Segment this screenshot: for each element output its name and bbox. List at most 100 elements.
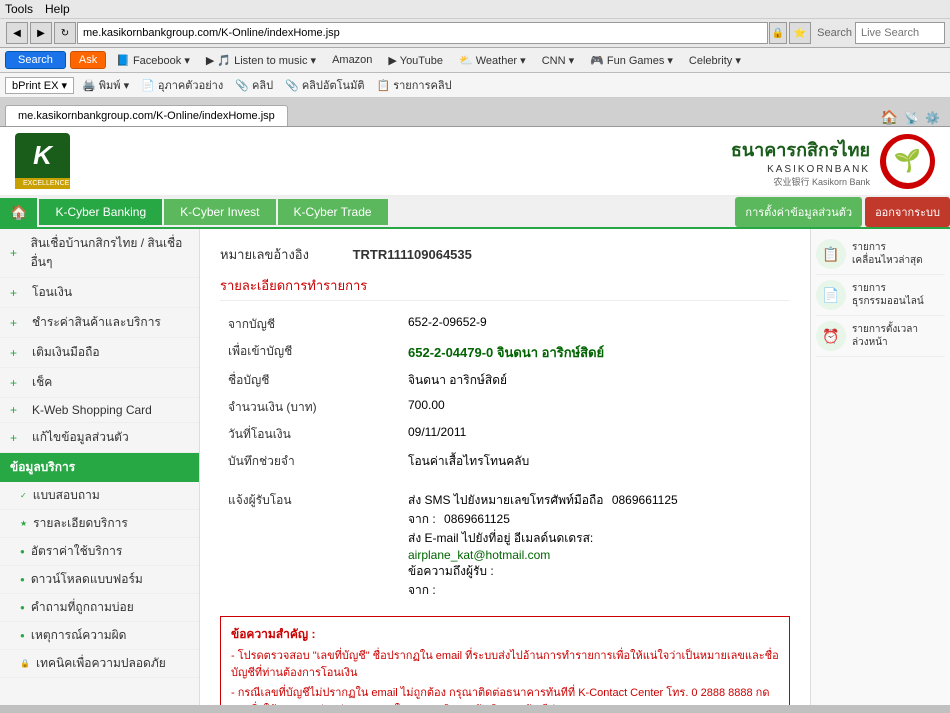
ask-button[interactable]: Ask [70, 51, 106, 69]
bookmark-print[interactable]: 🖨️ พิมพ์ ▾ [78, 75, 133, 95]
forward-button[interactable]: ▶ [30, 22, 52, 44]
recent-label: รายการ เคลื่อนไหวล่าสุด [852, 241, 923, 267]
online-txn-icon: 📄 [816, 280, 846, 310]
bprint-button[interactable]: bPrint EX ▾ [5, 77, 74, 94]
table-row: บันทึกช่วยจำ โอนค่าเสื้อไทรโทนคลับ [220, 448, 790, 475]
tools-menu[interactable]: Tools [5, 2, 33, 16]
right-item-scheduled[interactable]: ⏰ รายการตั้งเวลา ล่วงหน้า [816, 316, 945, 357]
kasikorn-circle: 🌱 [880, 134, 935, 189]
right-item-online-txn[interactable]: 📄 รายการ ธุรกรรมออนไลน์ [816, 275, 945, 316]
sidebar-item-edit-info[interactable]: + แก้ไขข้อมูลส่วนตัว [0, 423, 199, 453]
table-row: เพื่อเข้าบัญชี 652-2-04479-0 จินดนา อาริ… [220, 338, 790, 367]
plus-icon-edit: + [10, 431, 26, 445]
sidebar-item-faq[interactable]: ● คำถามที่ถูกถามบ่อย [0, 594, 199, 622]
nav-logout-button[interactable]: ออกจากระบบ [865, 197, 950, 227]
email-value: airplane_kat@hotmail.com [408, 548, 782, 562]
online-txn-label: รายการ ธุรกรรมออนไลน์ [852, 282, 924, 308]
right-item-recent[interactable]: 📋 รายการ เคลื่อนไหวล่าสุด [816, 234, 945, 275]
lock-icon-security: 🔒 [20, 659, 30, 668]
field-label-date: วันที่โอนเงิน [220, 421, 400, 448]
field-label-account-name: ชื่อบัญชี [220, 367, 400, 394]
from-label: จาก : [408, 512, 436, 526]
sidebar-item-survey[interactable]: ✓ แบบสอบถาม [0, 482, 199, 510]
music-link[interactable]: ▶ 🎵 Listen to music ▾ [200, 52, 322, 69]
field-value-memo: โอนค่าเสื้อไทรโทนคลับ [400, 448, 790, 475]
nav-kcyber-banking[interactable]: K-Cyber Banking [39, 199, 162, 225]
search-button[interactable]: Search [5, 51, 66, 69]
message-from-label: จาก : [408, 581, 782, 600]
field-label-to: เพื่อเข้าบัญชี [220, 338, 400, 367]
refresh-button[interactable]: ↻ [54, 22, 76, 44]
sidebar-item-payment[interactable]: + ชำระค่าสินค้าและบริการ [0, 308, 199, 338]
important-text-1: - โปรดตรวจสอบ "เลขที่บัญชี" ชื่อปรากฏใน … [231, 648, 779, 681]
go-button[interactable]: 🔒 [769, 22, 787, 44]
fun-games-link[interactable]: 🎮 Fun Games ▾ [584, 52, 679, 69]
settings-tab-icon[interactable]: ⚙️ [925, 111, 940, 125]
sidebar-item-transfer[interactable]: + โอนเงิน [0, 278, 199, 308]
plus-icon-kweb: + [10, 403, 26, 417]
bank-name-th: ธนาคารกสิกรไทย [731, 135, 870, 164]
sidebar-item-check[interactable]: + เช็ค [0, 368, 199, 398]
plus-icon-transfer: + [10, 286, 26, 300]
sidebar-item-rates[interactable]: ● อัตราค่าใช้บริการ [0, 538, 199, 566]
table-row: วันที่โอนเงิน 09/11/2011 [220, 421, 790, 448]
help-menu[interactable]: Help [45, 2, 70, 16]
plus-icon-check: + [10, 376, 26, 390]
bookmark-cliplist[interactable]: 📋 รายการคลิป [372, 75, 455, 95]
dot-icon-rates: ● [20, 547, 25, 556]
scheduled-label: รายการตั้งเวลา ล่วงหน้า [852, 323, 918, 349]
facebook-link[interactable]: 📘 Facebook ▾ [110, 52, 196, 69]
ref-label: หมายเลขอ้างอิง [220, 247, 309, 262]
sidebar-item-security[interactable]: 🔒 เทคนิคเพื่อความปลอดภัย [0, 650, 199, 678]
field-value-from: 652-2-09652-9 [400, 311, 790, 338]
notification-detail: ส่ง SMS ไปยังหมายเลขโทรศัพท์มือถือ 08696… [400, 487, 790, 604]
bookmark-autoclip[interactable]: 📎 คลิปอัตโนมัติ [281, 75, 368, 95]
cnn-link[interactable]: CNN ▾ [536, 52, 580, 69]
nav-kcyber-invest[interactable]: K-Cyber Invest [164, 199, 275, 225]
sidebar-item-download[interactable]: ● ดาวน์โหลดแบบฟอร์ม [0, 566, 199, 594]
sidebar-section-info: ข้อมูลบริการ [0, 453, 199, 482]
browser-tab[interactable]: me.kasikornbankgroup.com/K-Online/indexH… [5, 105, 288, 126]
check-icon-survey: ✓ [20, 491, 27, 500]
table-row: จากบัญชี 652-2-09652-9 [220, 311, 790, 338]
field-label-from: จากบัญชี [220, 311, 400, 338]
weather-link[interactable]: ⛅ Weather ▾ [453, 52, 532, 69]
field-label-memo: บันทึกช่วยจำ [220, 448, 400, 475]
youtube-link[interactable]: ▶ YouTube [382, 52, 449, 69]
important-note: ข้อความสำคัญ : - โปรดตรวจสอบ "เลขที่บัญช… [220, 616, 790, 705]
kasikorn-inner: 🌱 [886, 139, 930, 183]
sidebar-item-service-detail[interactable]: ★ รายละเอียดบริการ [0, 510, 199, 538]
field-value-amount: 700.00 [400, 394, 790, 421]
bookmark-draft[interactable]: 📄 อุภาคตัวอย่าง [137, 75, 227, 95]
nav-settings-button[interactable]: การตั้งค่าข้อมูลส่วนตัว [735, 197, 862, 227]
bank-logo-k: K [15, 133, 70, 178]
table-row: จำนวนเงิน (บาท) 700.00 [220, 394, 790, 421]
dot-icon-download: ● [20, 575, 25, 584]
address-input[interactable] [77, 22, 768, 44]
bookmark-clip[interactable]: 📎 คลิป [231, 75, 277, 95]
ref-value: TRTR111109064535 [353, 247, 472, 262]
celebrity-link[interactable]: Celebrity ▾ [683, 52, 747, 69]
plus-icon-payment: + [10, 316, 26, 330]
sidebar-item-incidents[interactable]: ● เหตุการณ์ความผิด [0, 622, 199, 650]
bookmark-button[interactable]: ⭐ [789, 22, 811, 44]
table-row: ชื่อบัญชี จินดนา อาริกษ์สิดย์ [220, 367, 790, 394]
rss-icon[interactable]: 📡 [904, 111, 919, 125]
bprint-label: bPrint EX ▾ [12, 79, 67, 92]
field-value-to: 652-2-04479-0 จินดนา อาริกษ์สิดย์ [400, 338, 790, 367]
sms-number: 0869661125 [612, 493, 678, 507]
important-text-2: - กรณีเลขที่บัญชีไม่ปรากฏใน email ไม่ถูก… [231, 685, 779, 705]
field-value-date: 09/11/2011 [400, 421, 790, 448]
sms-label: ส่ง SMS ไปยังหมายเลขโทรศัพท์มือถือ [408, 493, 603, 507]
browser-search-input[interactable] [855, 22, 945, 44]
home-nav-button[interactable]: 🏠 [0, 198, 37, 227]
back-button[interactable]: ◀ [6, 22, 28, 44]
sidebar-item-loans[interactable]: + สินเชื่อบ้านกสิกรไทย / สินเชื่ออื่นๆ [0, 229, 199, 278]
home-tab-icon[interactable]: 🏠 [881, 109, 898, 126]
nav-kcyber-trade[interactable]: K-Cyber Trade [278, 199, 388, 225]
plus-icon-loans: + [10, 246, 25, 260]
sidebar-item-topup[interactable]: + เติมเงินมือถือ [0, 338, 199, 368]
sidebar-item-kweb[interactable]: + K-Web Shopping Card [0, 398, 199, 423]
amazon-link[interactable]: Amazon [326, 52, 378, 68]
message-label: ข้อความถึงผู้รับ : [408, 562, 782, 581]
